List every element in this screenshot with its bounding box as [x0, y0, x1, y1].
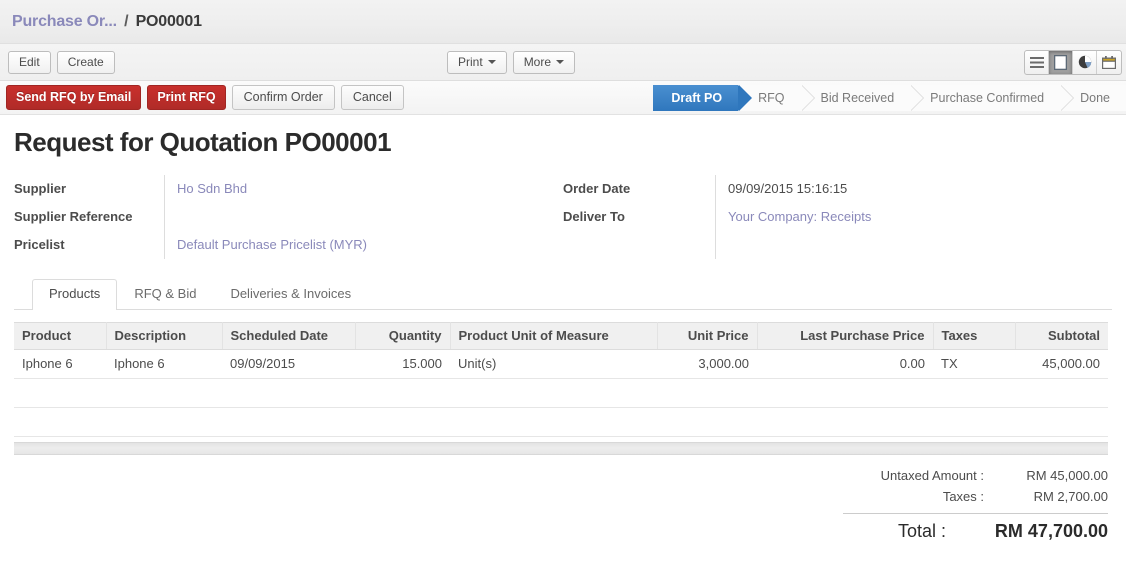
untaxed-amount-value: RM 45,000.00: [998, 468, 1108, 483]
value-order-date[interactable]: 09/09/2015 15:16:15: [728, 175, 1112, 203]
breadcrumb-current: PO00001: [136, 13, 202, 30]
cancel-button[interactable]: Cancel: [341, 85, 404, 110]
chevron-down-icon: [488, 60, 496, 64]
order-lines-panel: Product Description Scheduled Date Quant…: [14, 310, 1112, 542]
page-title: Request for Quotation PO00001: [14, 127, 1112, 157]
calendar-view-icon[interactable]: [1097, 51, 1121, 74]
order-lines-table: Product Description Scheduled Date Quant…: [14, 322, 1108, 437]
list-view-icon[interactable]: [1025, 51, 1049, 74]
tab-products[interactable]: Products: [32, 279, 117, 310]
value-deliver-to[interactable]: Your Company: Receipts: [728, 203, 1112, 231]
table-header-row: Product Description Scheduled Date Quant…: [14, 323, 1108, 350]
form-view-icon[interactable]: [1049, 51, 1073, 74]
form-column-left: Supplier Supplier Reference Pricelist Ho…: [14, 175, 563, 259]
column-header-product[interactable]: Product: [14, 323, 106, 350]
status-pipeline: Draft PO RFQ Bid Received Purchase Confi…: [653, 85, 1126, 111]
table-footer-bar: [14, 442, 1108, 455]
label-deliver-to: Deliver To: [563, 203, 715, 231]
notebook-tabs: Products RFQ & Bid Deliveries & Invoices: [14, 279, 1112, 310]
totals-box: Untaxed Amount : RM 45,000.00 Taxes : RM…: [843, 465, 1108, 542]
print-rfq-button[interactable]: Print RFQ: [147, 85, 225, 110]
form-labels-left: Supplier Supplier Reference Pricelist: [14, 175, 164, 259]
form-fields: Supplier Supplier Reference Pricelist Ho…: [14, 175, 1112, 259]
value-supplier-reference[interactable]: [177, 203, 563, 231]
form-sheet: Request for Quotation PO00001 Supplier S…: [0, 115, 1126, 542]
label-supplier: Supplier: [14, 175, 164, 203]
column-header-last-purchase-price[interactable]: Last Purchase Price: [757, 323, 933, 350]
view-switcher: [1024, 50, 1122, 75]
taxes-label: Taxes :: [843, 489, 998, 504]
grand-total-row: Total : RM 47,700.00: [843, 513, 1108, 542]
form-values-right: 09/09/2015 15:16:15 Your Company: Receip…: [715, 175, 1112, 259]
cell-scheduled-date[interactable]: 09/09/2015: [222, 350, 355, 379]
label-order-date: Order Date: [563, 175, 715, 203]
status-stage-purchase-confirmed[interactable]: Purchase Confirmed: [910, 85, 1060, 111]
table-row-empty[interactable]: [14, 379, 1108, 408]
tab-deliveries-and-invoices[interactable]: Deliveries & Invoices: [213, 279, 368, 309]
breadcrumb-separator: /: [124, 13, 128, 30]
column-header-taxes[interactable]: Taxes: [933, 323, 1015, 350]
column-header-subtotal[interactable]: Subtotal: [1015, 323, 1108, 350]
status-stage-draft-po[interactable]: Draft PO: [653, 85, 738, 111]
cell-description[interactable]: Iphone 6: [106, 350, 222, 379]
chevron-down-icon: [556, 60, 564, 64]
cell-subtotal[interactable]: 45,000.00: [1015, 350, 1108, 379]
more-label: More: [524, 55, 551, 69]
untaxed-amount-row: Untaxed Amount : RM 45,000.00: [843, 465, 1108, 486]
graph-view-icon[interactable]: [1073, 51, 1097, 74]
cell-quantity[interactable]: 15.000: [355, 350, 450, 379]
dropdown-button-group: Print More: [447, 51, 581, 74]
send-rfq-by-email-button[interactable]: Send RFQ by Email: [6, 85, 141, 110]
value-supplier[interactable]: Ho Sdn Bhd: [177, 175, 563, 203]
totals-section: Untaxed Amount : RM 45,000.00 Taxes : RM…: [14, 465, 1108, 542]
label-pricelist: Pricelist: [14, 231, 164, 259]
value-pricelist[interactable]: Default Purchase Pricelist (MYR): [177, 231, 563, 259]
breadcrumb-bar: Purchase Or... / PO00001: [0, 0, 1126, 44]
untaxed-amount-label: Untaxed Amount :: [843, 468, 998, 483]
column-header-unit-price[interactable]: Unit Price: [657, 323, 757, 350]
label-supplier-reference: Supplier Reference: [14, 203, 164, 231]
taxes-value: RM 2,700.00: [998, 489, 1108, 504]
breadcrumb: Purchase Or... / PO00001: [12, 13, 202, 31]
print-label: Print: [458, 55, 483, 69]
table-row-empty[interactable]: [14, 408, 1108, 437]
statusbar-row: Send RFQ by Email Print RFQ Confirm Orde…: [0, 81, 1126, 115]
create-button[interactable]: Create: [57, 51, 115, 74]
print-dropdown-button[interactable]: Print: [447, 51, 507, 74]
taxes-row: Taxes : RM 2,700.00: [843, 486, 1108, 507]
cell-unit-price[interactable]: 3,000.00: [657, 350, 757, 379]
tab-rfq-and-bid[interactable]: RFQ & Bid: [117, 279, 213, 309]
column-header-scheduled-date[interactable]: Scheduled Date: [222, 323, 355, 350]
cell-product-uom[interactable]: Unit(s): [450, 350, 657, 379]
column-header-description[interactable]: Description: [106, 323, 222, 350]
status-stage-bid-received[interactable]: Bid Received: [801, 85, 911, 111]
confirm-order-button[interactable]: Confirm Order: [232, 85, 335, 110]
grand-total-value: RM 47,700.00: [958, 521, 1108, 542]
cell-product[interactable]: Iphone 6: [14, 350, 106, 379]
form-column-right: Order Date Deliver To 09/09/2015 15:16:1…: [563, 175, 1112, 259]
column-header-product-uom[interactable]: Product Unit of Measure: [450, 323, 657, 350]
column-header-quantity[interactable]: Quantity: [355, 323, 450, 350]
edit-button[interactable]: Edit: [8, 51, 51, 74]
table-row[interactable]: Iphone 6 Iphone 6 09/09/2015 15.000 Unit…: [14, 350, 1108, 379]
grand-total-label: Total :: [843, 521, 958, 542]
more-dropdown-button[interactable]: More: [513, 51, 575, 74]
cell-last-purchase-price[interactable]: 0.00: [757, 350, 933, 379]
form-values-left: Ho Sdn Bhd Default Purchase Pricelist (M…: [164, 175, 563, 259]
table-body: Iphone 6 Iphone 6 09/09/2015 15.000 Unit…: [14, 350, 1108, 437]
form-labels-right: Order Date Deliver To: [563, 175, 715, 259]
control-panel: Edit Create Print More: [0, 44, 1126, 81]
breadcrumb-parent-link[interactable]: Purchase Or...: [12, 13, 117, 30]
cell-taxes[interactable]: TX: [933, 350, 1015, 379]
notebook: Products RFQ & Bid Deliveries & Invoices: [14, 279, 1112, 542]
